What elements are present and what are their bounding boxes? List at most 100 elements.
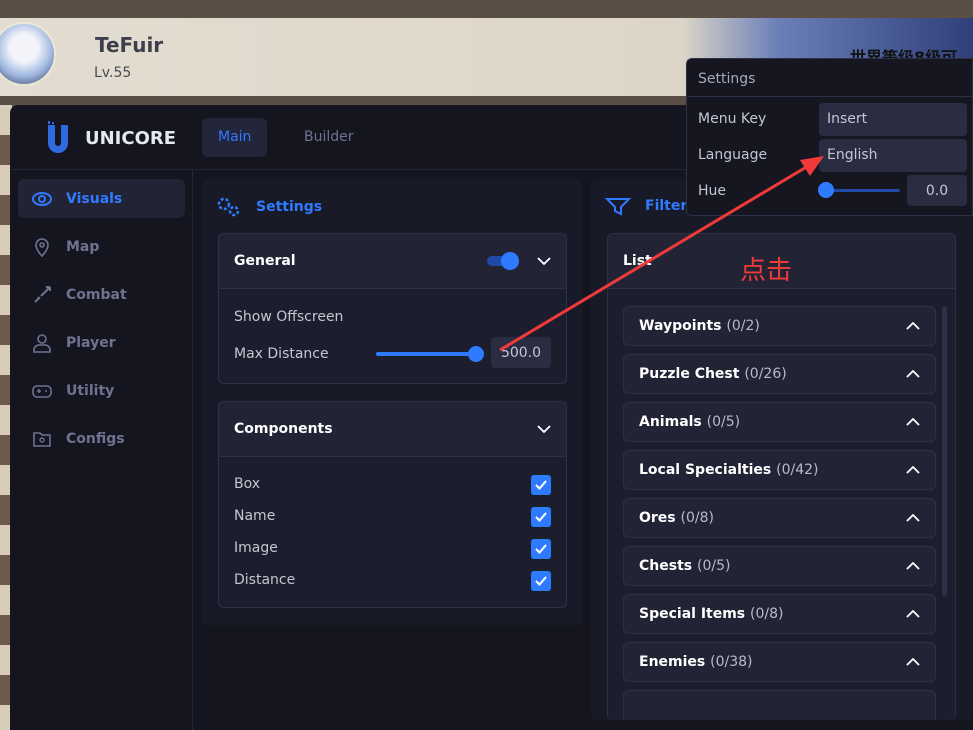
filter-item-label: Local Specialties (0/42)	[639, 462, 818, 478]
folder-gear-icon	[33, 431, 51, 447]
filter-count: (0/5)	[706, 414, 741, 430]
filter-name: Local Specialties	[639, 462, 772, 478]
component-image-label: Image	[234, 540, 278, 556]
slider-handle[interactable]	[468, 346, 484, 362]
list-scrollbar[interactable]	[942, 306, 947, 596]
sidebar-item-combat[interactable]: Combat	[18, 275, 185, 314]
sidebar-item-map[interactable]: Map	[18, 227, 185, 266]
eye-icon	[32, 191, 52, 206]
chevron-up-icon[interactable]	[906, 658, 920, 666]
menu-key-input[interactable]: Insert	[819, 103, 967, 136]
check-icon	[535, 576, 547, 586]
sidebar-item-label: Map	[66, 238, 100, 255]
panel-title: Settings	[256, 199, 323, 215]
max-distance-slider[interactable]	[376, 346, 484, 362]
filter-item-partial[interactable]	[623, 690, 936, 720]
card-title: Components	[234, 421, 333, 437]
unicore-logo-icon	[48, 121, 68, 153]
filter-name: Waypoints	[639, 318, 722, 334]
filter-name: Puzzle Chest	[639, 366, 740, 382]
filter-item-label: Animals (0/5)	[639, 414, 740, 430]
component-distance-label: Distance	[234, 572, 296, 588]
settings-popup: Settings Menu Key Insert Language Englis…	[686, 58, 973, 216]
annotation-text: 点击	[740, 256, 793, 286]
chevron-down-icon[interactable]	[537, 257, 551, 265]
brand-name: UNICORE	[85, 128, 177, 149]
filter-item[interactable]: Ores (0/8)	[623, 498, 936, 538]
filter-name: Enemies	[639, 654, 706, 670]
check-icon	[535, 480, 547, 490]
sidebar-item-label: Combat	[66, 286, 127, 303]
filter-icon	[605, 198, 631, 216]
component-box-checkbox[interactable]	[531, 475, 551, 495]
sidebar-item-label: Utility	[66, 382, 115, 399]
settings-panel: Settings General Show Offscreen Max Dist…	[202, 179, 582, 625]
max-distance-label: Max Distance	[234, 346, 329, 362]
filter-item[interactable]: Enemies (0/38)	[623, 642, 936, 682]
language-select[interactable]: English	[819, 139, 967, 172]
hue-label: Hue	[698, 183, 727, 199]
filter-item[interactable]: Chests (0/5)	[623, 546, 936, 586]
sidebar-item-configs[interactable]: Configs	[18, 419, 185, 458]
max-distance-value[interactable]: 500.0	[491, 337, 551, 368]
component-name-label: Name	[234, 508, 276, 524]
filter-count: (0/5)	[696, 558, 731, 574]
components-card: Components Box Name Image Distance	[218, 401, 567, 608]
sidebar-item-label: Visuals	[66, 190, 123, 207]
list-card: List Waypoints (0/2) Puzzle Chest (0/26) A…	[607, 233, 956, 720]
tab-main[interactable]: Main	[202, 118, 268, 157]
chevron-down-icon[interactable]	[537, 425, 551, 433]
sidebar-item-label: Configs	[66, 430, 125, 447]
sword-icon	[34, 285, 51, 303]
component-distance-checkbox[interactable]	[531, 571, 551, 591]
general-enabled-toggle[interactable]	[487, 252, 519, 270]
hue-slider[interactable]	[818, 182, 900, 198]
tab-builder[interactable]: Builder	[288, 118, 370, 157]
language-label: Language	[698, 147, 768, 163]
chevron-up-icon[interactable]	[906, 514, 920, 522]
sidebar-item-utility[interactable]: Utility	[18, 371, 185, 410]
filter-name: Chests	[639, 558, 693, 574]
filter-item[interactable]: Animals (0/5)	[623, 402, 936, 442]
filter-item-label: Ores (0/8)	[639, 510, 714, 526]
gamepad-icon	[32, 384, 52, 398]
hue-value[interactable]: 0.0	[907, 175, 967, 206]
filter-item-label: Special Items (0/8)	[639, 606, 783, 622]
gears-icon	[217, 197, 240, 217]
filter-count: (0/42)	[776, 462, 819, 478]
player-name: TeFuir	[95, 33, 164, 57]
filter-name: Special Items	[639, 606, 746, 622]
filter-item-label: Enemies (0/38)	[639, 654, 753, 670]
chevron-up-icon[interactable]	[906, 418, 920, 426]
chevron-up-icon[interactable]	[906, 562, 920, 570]
slider-handle[interactable]	[818, 182, 834, 198]
check-icon	[535, 512, 547, 522]
filter-item[interactable]: Local Specialties (0/42)	[623, 450, 936, 490]
chevron-up-icon[interactable]	[906, 322, 920, 330]
component-image-checkbox[interactable]	[531, 539, 551, 559]
filter-name: Ores	[639, 510, 676, 526]
filter-count: (0/8)	[680, 510, 714, 526]
chevron-up-icon[interactable]	[906, 466, 920, 474]
filter-count: (0/26)	[744, 366, 787, 382]
component-box-label: Box	[234, 476, 261, 492]
filter-item-label: Waypoints (0/2)	[639, 318, 760, 334]
component-name-checkbox[interactable]	[531, 507, 551, 527]
sidebar-item-visuals[interactable]: Visuals	[18, 179, 185, 218]
filter-item[interactable]: Waypoints (0/2)	[623, 306, 936, 346]
filter-name: Animals	[639, 414, 702, 430]
filter-count: (0/2)	[726, 318, 760, 334]
chevron-up-icon[interactable]	[906, 370, 920, 378]
card-title: General	[234, 253, 296, 269]
sidebar-item-player[interactable]: Player	[18, 323, 185, 362]
filter-item-label: Puzzle Chest (0/26)	[639, 366, 787, 382]
map-pin-icon	[35, 237, 49, 257]
check-icon	[535, 544, 547, 554]
show-offscreen-label: Show Offscreen	[234, 309, 344, 325]
filter-item[interactable]: Puzzle Chest (0/26)	[623, 354, 936, 394]
general-card: General Show Offscreen Max Distance 500.…	[218, 233, 567, 384]
filter-count: (0/38)	[710, 654, 753, 670]
filter-item-label: Chests (0/5)	[639, 558, 730, 574]
chevron-up-icon[interactable]	[906, 610, 920, 618]
filter-item[interactable]: Special Items (0/8)	[623, 594, 936, 634]
